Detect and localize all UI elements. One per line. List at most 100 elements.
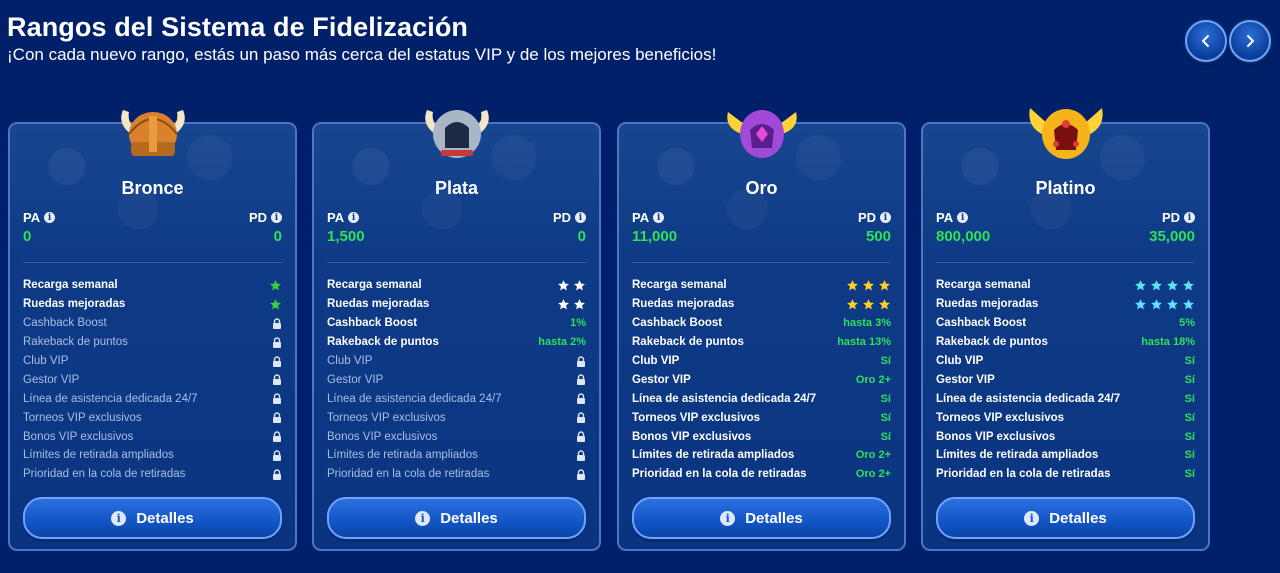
feature-row: Límites de retirada ampliados: [327, 446, 586, 465]
info-icon: i: [720, 510, 736, 526]
info-icon: i: [415, 510, 431, 526]
feature-value-text: Sí: [1184, 392, 1195, 405]
feature-list: Recarga semanal Ruedas mejoradas Cashbac…: [936, 276, 1195, 484]
feature-value-text: hasta 13%: [837, 336, 891, 349]
feature-value: [576, 431, 586, 443]
star-icon: [863, 298, 874, 310]
pd-value: 0: [577, 228, 586, 245]
details-button[interactable]: i Detalles: [23, 497, 282, 539]
feature-row: Club VIP: [327, 352, 586, 371]
pa-label: PA i: [936, 210, 969, 225]
details-label: Detalles: [136, 509, 194, 527]
feature-value: hasta 13%: [837, 336, 891, 348]
lock-icon: [273, 412, 281, 424]
feature-value: [576, 355, 586, 367]
feature-value: [272, 355, 282, 367]
feature-value: [846, 279, 891, 292]
star-icon: [574, 298, 585, 310]
feature-label: Rakeback de puntos: [632, 336, 744, 349]
info-icon[interactable]: i: [348, 212, 360, 223]
feature-value: [1134, 279, 1195, 292]
divider: [327, 262, 586, 263]
divider: [23, 262, 282, 263]
pd-label: PD i: [553, 210, 586, 225]
feature-label: Línea de asistencia dedicada 24/7: [936, 392, 1121, 405]
feature-value: [557, 279, 586, 292]
feature-value: [269, 279, 282, 292]
info-icon[interactable]: i: [653, 212, 665, 223]
feature-value-text: Oro 2+: [855, 449, 891, 462]
feature-label: Cashback Boost: [632, 317, 723, 330]
feature-label: Prioridad en la cola de retiradas: [327, 468, 490, 481]
info-icon[interactable]: i: [271, 212, 282, 223]
star-icon: [847, 280, 858, 291]
details-button[interactable]: i Detalles: [632, 497, 891, 539]
feature-value: Sí: [1185, 374, 1195, 386]
lock-icon: [577, 450, 585, 461]
feature-value-text: hasta 2%: [538, 336, 586, 349]
details-button[interactable]: i Detalles: [936, 497, 1195, 539]
feature-label: Cashback Boost: [936, 317, 1027, 330]
feature-label: Rakeback de puntos: [327, 336, 439, 349]
feature-row: Recarga semanal: [632, 276, 891, 295]
bronze-viking-helmet-icon: [113, 94, 193, 164]
rank-card-oro: Oro PA i PD i 11,000 500 Recarga semanal Rueda…: [617, 110, 906, 551]
info-icon[interactable]: i: [957, 212, 969, 223]
lock-icon: [577, 355, 585, 367]
feature-label: Ruedas mejoradas: [23, 298, 126, 311]
info-icon[interactable]: i: [880, 212, 891, 223]
feature-label: Recarga semanal: [632, 279, 727, 292]
lock-icon: [577, 412, 585, 424]
feature-label: Recarga semanal: [327, 279, 422, 292]
feature-row: Prioridad en la cola de retiradas: [327, 465, 586, 484]
star-icon: [558, 280, 569, 291]
feature-label: Club VIP: [936, 355, 984, 367]
feature-value: Oro 2+: [856, 468, 891, 480]
feature-row: Ruedas mejoradas: [327, 295, 586, 314]
chevron-right-icon: [1247, 35, 1254, 47]
divider: [936, 262, 1195, 263]
feature-label: Torneos VIP exclusivos: [23, 411, 142, 424]
lock-icon: [273, 318, 281, 329]
next-button[interactable]: [1229, 20, 1271, 62]
previous-button[interactable]: [1185, 20, 1227, 62]
feature-row: Club VIP Sí: [632, 352, 891, 371]
feature-row: Recarga semanal: [327, 276, 586, 295]
feature-value: Oro 2+: [856, 374, 891, 386]
feature-value: Sí: [1185, 412, 1195, 424]
feature-value: Sí: [1185, 431, 1195, 443]
feature-row: Gestor VIP Sí: [936, 370, 1195, 389]
info-icon[interactable]: i: [44, 212, 56, 223]
rank-name: Platino: [1035, 178, 1096, 198]
feature-value: [272, 412, 282, 424]
feature-value-text: Sí: [1184, 411, 1195, 424]
star-icon: [879, 298, 890, 310]
feature-row: Rakeback de puntos: [23, 333, 282, 352]
feature-value: Oro 2+: [856, 449, 891, 461]
lock-icon: [577, 469, 585, 480]
feature-value-text: Sí: [1184, 430, 1195, 443]
feature-value: Sí: [881, 412, 891, 424]
pa-label: PA i: [632, 210, 665, 225]
feature-row: Prioridad en la cola de retiradas Sí: [936, 465, 1195, 484]
details-label: Detalles: [745, 509, 803, 527]
lock-icon: [577, 431, 585, 443]
rank-card-bronce: Bronce PA i PD i 0 0 Recarga semanal Ruedas me…: [8, 110, 297, 551]
feature-value: [1134, 298, 1195, 311]
feature-label: Torneos VIP exclusivos: [632, 411, 761, 424]
info-icon[interactable]: i: [1184, 212, 1195, 223]
details-button[interactable]: i Detalles: [327, 497, 586, 539]
feature-value-text: Sí: [1184, 449, 1195, 462]
info-icon[interactable]: i: [575, 212, 586, 223]
feature-label: Bonos VIP exclusivos: [23, 430, 134, 443]
star-icon: [1135, 298, 1146, 310]
feature-row: Límites de retirada ampliados Oro 2+: [632, 446, 891, 465]
feature-value: [272, 450, 282, 461]
feature-row: Ruedas mejoradas: [936, 295, 1195, 314]
feature-row: Prioridad en la cola de retiradas: [23, 465, 282, 484]
feature-value-text: Oro 2+: [855, 373, 891, 386]
lock-icon: [273, 393, 281, 405]
feature-value-text: Oro 2+: [855, 468, 891, 481]
pd-label: PD i: [1162, 210, 1195, 225]
feature-value: Sí: [881, 355, 891, 367]
